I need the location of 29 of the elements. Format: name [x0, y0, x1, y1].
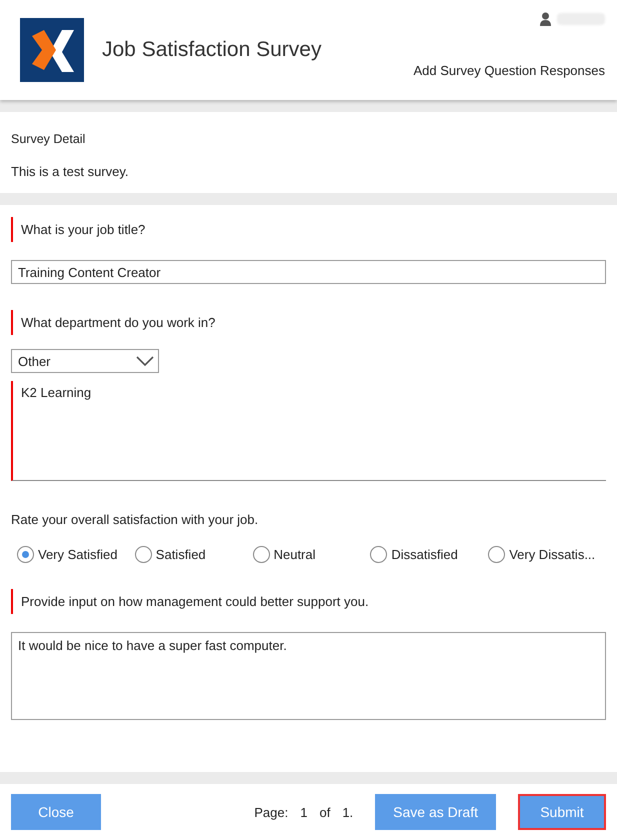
- radio-circle[interactable]: [488, 546, 506, 563]
- page-title: Job Satisfaction Survey: [102, 38, 322, 62]
- of-label: of: [319, 804, 330, 820]
- radio-circle[interactable]: [370, 546, 388, 563]
- radio-option[interactable]: Dissatisfied: [370, 546, 488, 563]
- dropdown[interactable]: Other: [11, 349, 159, 373]
- question-label: What is your job title?: [11, 217, 606, 242]
- page-number: 1: [300, 804, 308, 820]
- section-heading: Survey Detail: [11, 132, 86, 146]
- page-count: 1.: [342, 804, 354, 820]
- radio-circle[interactable]: [17, 546, 34, 563]
- radio-option[interactable]: Very Satisfied: [17, 546, 135, 563]
- radio-option[interactable]: Neutral: [252, 546, 370, 563]
- logo-icon: [20, 18, 84, 82]
- radio-circle[interactable]: [134, 546, 152, 563]
- radio-circle[interactable]: [252, 546, 270, 563]
- user-icon: [540, 12, 551, 26]
- page-subtitle: Add Survey Question Responses: [414, 63, 605, 78]
- question-label: Provide input on how management could better support you.: [11, 589, 606, 614]
- radio-option[interactable]: Satisfied: [134, 546, 253, 563]
- page-label: Page:: [254, 804, 288, 820]
- text-area[interactable]: K2 Learning: [11, 381, 606, 481]
- survey-description: This is a test survey.: [11, 164, 130, 179]
- radio-option[interactable]: Very Dissatis...: [488, 546, 606, 563]
- question-label: What department do you work in?: [11, 310, 606, 335]
- chevron-down-icon: [136, 356, 154, 366]
- text-field[interactable]: Training Content Creator: [11, 260, 606, 284]
- text-area[interactable]: It would be nice to have a super fast computer.: [11, 632, 606, 720]
- question-label: Rate your overall satisfaction with your job.: [11, 511, 260, 529]
